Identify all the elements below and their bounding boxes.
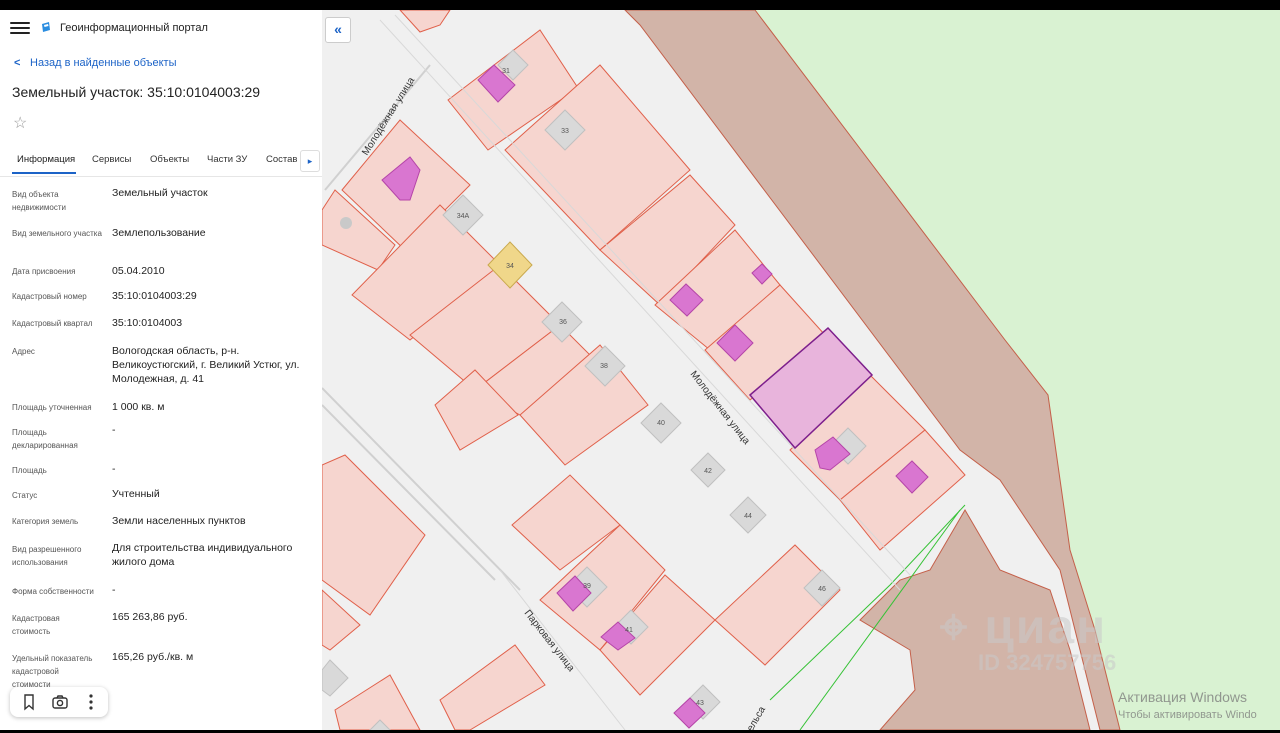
info-value: Земельный участок [112, 187, 208, 199]
info-value: - [112, 463, 116, 475]
tab-info[interactable]: Информация [17, 154, 75, 165]
info-label: Вид разрешенного использования [12, 545, 82, 567]
house-number: 34А [457, 213, 470, 220]
info-value: - [112, 584, 116, 596]
back-to-results-link[interactable]: < Назад в найденные объекты [14, 57, 177, 69]
portal-logo-icon [42, 22, 50, 32]
windows-activation-text: Чтобы активировать Windo [1118, 709, 1257, 721]
cian-watermark-brand: циан [984, 601, 1108, 654]
info-value: 05.04.2010 [112, 265, 165, 277]
info-label: Удельный показатель кадастровой стоимост… [12, 654, 93, 689]
tab-bar: Информация Сервисы Объекты Части ЗУ Сост… [0, 148, 322, 177]
info-label: Кадастровый номер [12, 292, 87, 301]
house-number: 34 [506, 263, 514, 270]
info-value: 165 263,86 руб. [112, 611, 188, 623]
cian-watermark: ⌖ циан [940, 601, 1108, 654]
info-label: Площадь уточненная [12, 403, 92, 412]
more-vertical-icon[interactable] [80, 692, 102, 712]
house-number: 40 [657, 420, 665, 427]
house-number: 44 [744, 513, 752, 520]
house-number: 42 [704, 468, 712, 475]
object-title: Земельный участок: 35:10:0104003:29 [12, 84, 261, 100]
cadastral-map[interactable]: 31 33 34А 34 36 38 40 42 44 46 39 41 43 … [322, 10, 1280, 730]
info-label: Площадь декларированная [12, 428, 78, 450]
collapse-panel-button[interactable]: « [325, 17, 351, 43]
map-canvas[interactable]: 31 33 34А 34 36 38 40 42 44 46 39 41 43 … [322, 10, 1280, 730]
app-title: Геоинформационный портал [60, 22, 208, 34]
house-number: 36 [559, 319, 567, 326]
panel-header: Геоинформационный портал [0, 10, 322, 48]
bookmark-icon[interactable] [18, 692, 40, 712]
info-label: Категория земель [12, 517, 79, 526]
active-tab-indicator [12, 172, 76, 174]
info-label: Форма собственности [12, 587, 94, 596]
info-label: Статус [12, 491, 38, 500]
info-value: Землепользование [112, 227, 206, 239]
camera-icon[interactable] [49, 692, 71, 712]
info-label: Вид объекта недвижимости [12, 190, 66, 212]
point-marker [340, 217, 352, 229]
tab-parts[interactable]: Части ЗУ [207, 154, 247, 165]
tab-objects[interactable]: Объекты [150, 154, 189, 165]
info-label: Кадастровая стоимость [12, 614, 60, 636]
star-icon[interactable]: ☆ [13, 113, 27, 133]
info-value: 35:10:0104003 [112, 317, 183, 329]
cian-watermark-id: ID 324757756 [978, 650, 1117, 675]
info-label: Адрес [12, 347, 35, 356]
screen-frame: 31 33 34А 34 36 38 40 42 44 46 39 41 43 … [0, 10, 1280, 730]
back-link-label: Назад в найденные объекты [30, 57, 177, 69]
info-label: Дата присвоения [12, 267, 76, 276]
hamburger-icon[interactable] [10, 20, 30, 36]
house-number: 41 [625, 627, 633, 634]
house-number: 43 [696, 700, 704, 707]
info-panel: Геоинформационный портал < Назад в найден… [0, 10, 322, 730]
house-number: 31 [502, 68, 510, 75]
info-value: Вологодская область, р-н. Великоустюгски… [112, 345, 300, 385]
info-value: 1 000 кв. м [112, 401, 165, 413]
info-value: Земли населенных пунктов [112, 515, 246, 527]
tab-services[interactable]: Сервисы [92, 154, 131, 165]
windows-activation-title: Активация Windows [1118, 689, 1248, 705]
info-value: Для строительства индивидуального жилого… [112, 542, 293, 568]
info-label: Вид земельного участка [12, 229, 102, 238]
house-number: 33 [561, 128, 569, 135]
info-value: - [112, 424, 116, 436]
info-value: Учтенный [112, 488, 160, 500]
panel-action-bar [10, 687, 108, 717]
info-value: 35:10:0104003:29 [112, 290, 197, 302]
house-number: 46 [818, 586, 826, 593]
house-number: 39 [583, 583, 591, 590]
info-value: 165,26 руб./кв. м [112, 651, 194, 663]
info-label: Кадастровый квартал [12, 319, 93, 328]
house-number: 38 [600, 363, 608, 370]
info-label: Площадь [12, 466, 47, 475]
chevron-left-icon: < [14, 57, 21, 69]
tab-composition[interactable]: Состав [266, 154, 298, 165]
tabs-scroll-right-button[interactable]: ▸ [300, 150, 320, 172]
